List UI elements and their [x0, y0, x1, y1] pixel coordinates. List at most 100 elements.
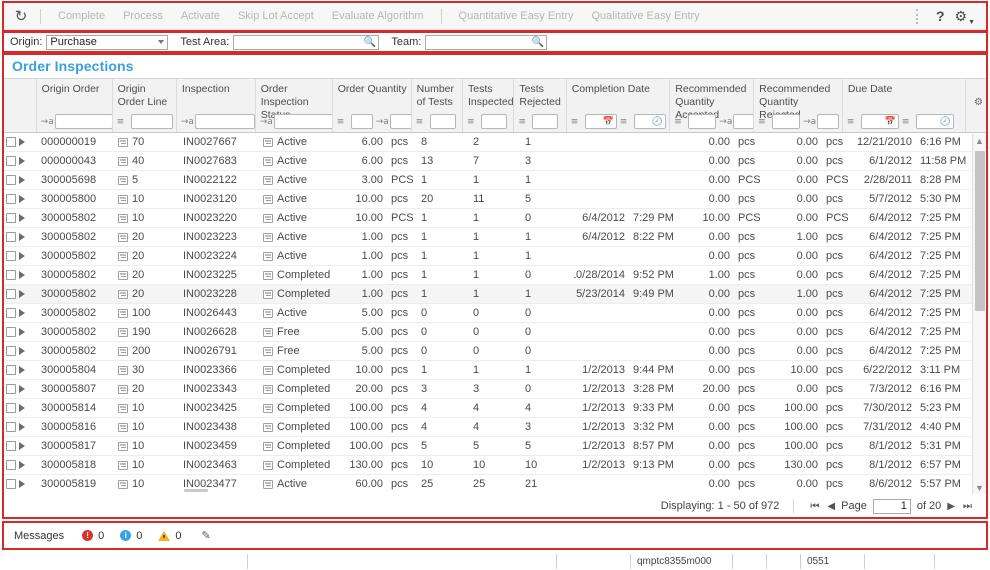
row-checkbox[interactable]	[6, 384, 16, 394]
column-filter-input[interactable]	[390, 114, 412, 129]
equals-filter-icon[interactable]: ≡	[758, 117, 769, 127]
grid-vertical-scrollbar[interactable]: ▲ ▼	[972, 134, 986, 494]
eraser-icon[interactable]: ✎	[202, 529, 211, 542]
value-help-icon[interactable]	[118, 157, 128, 166]
row-expander-icon[interactable]	[19, 290, 25, 298]
table-row[interactable]: 30000580430IN0023366Completed10.00pcs111…	[4, 361, 986, 380]
value-help-icon[interactable]	[263, 366, 273, 375]
row-checkbox[interactable]	[6, 365, 16, 375]
column-filter-input[interactable]	[430, 114, 456, 129]
clock-icon[interactable]: 🕗	[940, 115, 951, 128]
column-header-origin-order-line[interactable]: Origin Order Line≡	[113, 79, 177, 132]
value-help-icon[interactable]: 🔍	[532, 36, 544, 49]
row-checkbox[interactable]	[6, 346, 16, 356]
text-filter-icon[interactable]: →a	[41, 117, 52, 127]
value-help-icon[interactable]	[263, 404, 273, 413]
value-help-icon[interactable]	[118, 138, 128, 147]
row-checkbox[interactable]	[6, 175, 16, 185]
value-help-icon[interactable]	[118, 423, 128, 432]
value-help-icon[interactable]	[263, 442, 273, 451]
value-help-icon[interactable]	[263, 328, 273, 337]
row-expander-icon[interactable]	[19, 233, 25, 241]
row-expander-icon[interactable]	[19, 385, 25, 393]
origin-select[interactable]: Purchase	[46, 35, 168, 50]
value-help-icon[interactable]	[118, 290, 128, 299]
column-header-origin-order[interactable]: Origin Order→a	[37, 79, 113, 132]
column-filter-input[interactable]: 📅	[585, 114, 617, 129]
info-badge[interactable]: i 0	[120, 530, 142, 542]
value-help-icon[interactable]	[118, 214, 128, 223]
text-filter-icon[interactable]: →a	[719, 117, 730, 127]
activate-button[interactable]: Activate	[172, 8, 229, 25]
value-help-icon[interactable]	[263, 195, 273, 204]
qualitative-easy-entry-button[interactable]: Qualitative Easy Entry	[582, 8, 708, 25]
table-row[interactable]: 30000580220IN0023224Active1.00pcs1110.00…	[4, 247, 986, 266]
row-select-cell[interactable]	[4, 361, 37, 380]
equals-filter-icon[interactable]: ≡	[902, 117, 913, 127]
row-expander-icon[interactable]	[19, 423, 25, 431]
row-expander-icon[interactable]	[19, 252, 25, 260]
row-checkbox[interactable]	[6, 251, 16, 261]
table-row[interactable]: 30000580220IN0023225Completed1.00pcs1101…	[4, 266, 986, 285]
row-expander-icon[interactable]	[19, 404, 25, 412]
gear-icon[interactable]: ⚙▼	[953, 8, 981, 25]
column-filter-input[interactable]: 🕗	[916, 114, 954, 129]
value-help-icon[interactable]	[118, 347, 128, 356]
value-help-icon[interactable]	[263, 138, 273, 147]
row-checkbox[interactable]	[6, 232, 16, 242]
column-header-inspection[interactable]: Inspection→a	[177, 79, 256, 132]
value-help-icon[interactable]	[118, 442, 128, 451]
row-select-cell[interactable]	[4, 475, 37, 494]
column-header-recommended-quantity-rejected[interactable]: Recommended Quantity Rejected≡→a	[754, 79, 843, 132]
value-help-icon[interactable]	[263, 233, 273, 242]
row-checkbox[interactable]	[6, 270, 16, 280]
value-help-icon[interactable]	[118, 404, 128, 413]
row-select-cell[interactable]	[4, 209, 37, 228]
column-filter-input[interactable]	[817, 114, 839, 129]
page-number-input[interactable]: 1	[873, 499, 911, 514]
select-all-column-header[interactable]	[4, 79, 37, 132]
column-filter-input[interactable]: 📅	[861, 114, 899, 129]
table-row[interactable]: 30000580720IN0023343Completed20.00pcs330…	[4, 380, 986, 399]
row-select-cell[interactable]	[4, 171, 37, 190]
table-row[interactable]: 3000056985IN0022122Active3.00PCS1110.00P…	[4, 171, 986, 190]
table-row[interactable]: 00000001970IN0027667Active6.00pcs8210.00…	[4, 133, 986, 152]
scroll-down-icon[interactable]: ▼	[973, 481, 986, 494]
row-expander-icon[interactable]	[19, 442, 25, 450]
text-filter-icon[interactable]: →a	[181, 117, 192, 127]
column-filter-input[interactable]	[481, 114, 507, 129]
column-header-recommended-quantity-accepted[interactable]: Recommended Quantity Accepted≡→a	[670, 79, 754, 132]
value-help-icon[interactable]	[118, 271, 128, 280]
equals-filter-icon[interactable]: ≡	[518, 117, 529, 127]
column-filter-input[interactable]	[688, 114, 716, 129]
value-help-icon[interactable]	[263, 252, 273, 261]
table-row[interactable]: 30000581810IN0023463Completed130.00pcs10…	[4, 456, 986, 475]
value-help-icon[interactable]	[263, 461, 273, 470]
column-filter-input[interactable]	[195, 114, 255, 129]
row-select-cell[interactable]	[4, 133, 37, 152]
row-checkbox[interactable]	[6, 460, 16, 470]
row-checkbox[interactable]	[6, 403, 16, 413]
row-checkbox[interactable]	[6, 289, 16, 299]
prev-page-icon[interactable]: ◀	[823, 501, 839, 512]
value-help-icon[interactable]	[263, 290, 273, 299]
warning-badge[interactable]: 0	[158, 530, 181, 542]
value-help-icon[interactable]: 🔍	[364, 36, 376, 49]
team-input[interactable]: 🔍	[425, 35, 547, 50]
process-button[interactable]: Process	[114, 8, 172, 25]
skip-lot-accept-button[interactable]: Skip Lot Accept	[229, 8, 323, 25]
value-help-icon[interactable]	[263, 309, 273, 318]
row-select-cell[interactable]	[4, 152, 37, 171]
evaluate-algorithm-button[interactable]: Evaluate Algorithm	[323, 8, 433, 25]
column-header-completion-date[interactable]: Completion Date≡📅≡🕗	[567, 79, 671, 132]
table-row[interactable]: 30000581710IN0023459Completed100.00pcs55…	[4, 437, 986, 456]
text-filter-icon[interactable]: →a	[376, 117, 387, 127]
complete-button[interactable]: Complete	[49, 8, 114, 25]
text-filter-icon[interactable]: →a	[260, 117, 271, 127]
value-help-icon[interactable]	[118, 461, 128, 470]
row-expander-icon[interactable]	[19, 138, 25, 146]
value-help-icon[interactable]	[263, 271, 273, 280]
equals-filter-icon[interactable]: ≡	[117, 117, 128, 127]
column-header-due-date[interactable]: Due Date≡📅≡🕗	[843, 79, 966, 132]
column-header-number-of-tests[interactable]: Number of Tests≡	[412, 79, 463, 132]
